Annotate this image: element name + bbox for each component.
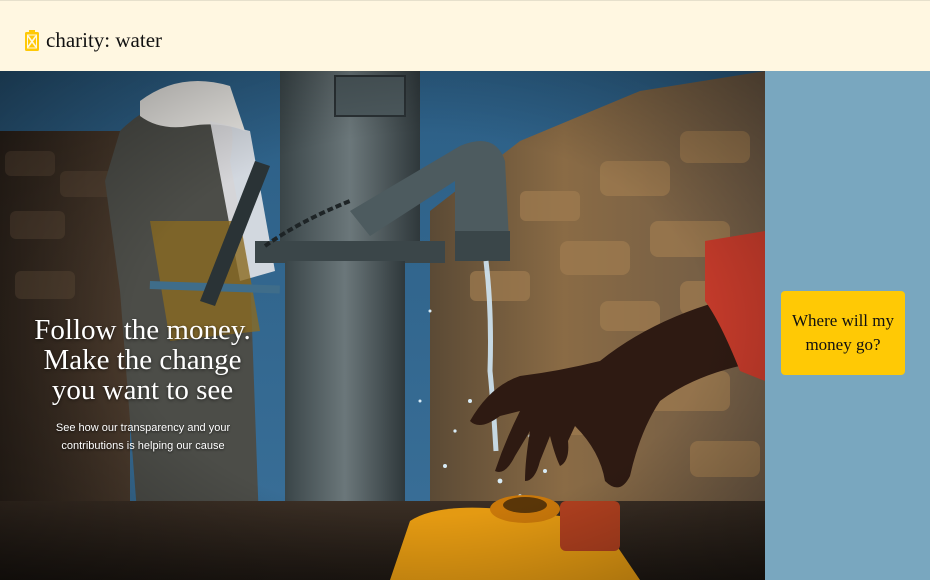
logo-link[interactable]: charity: water — [24, 28, 162, 53]
hero-image: Follow the money. Make the change you wa… — [0, 71, 765, 580]
hero-headline-line2: Make the change — [43, 344, 242, 376]
hero-subtext-line1: See how our transparency and your — [55, 422, 231, 434]
hero-headline: Follow the money. Make the change you wa… — [0, 315, 285, 405]
hero-headline-line3: you want to see — [51, 374, 234, 406]
side-panel: Where will my money go? — [765, 71, 930, 580]
logo-text: charity: water — [46, 28, 163, 52]
jerrycan-icon — [25, 29, 39, 51]
site-header: charity: water — [0, 0, 930, 71]
hero-subtext-line2: contributions is helping our cause — [61, 440, 225, 452]
hero-subtext: See how our transparency and your contri… — [38, 419, 248, 455]
where-will-my-money-go-button[interactable]: Where will my money go? — [781, 291, 905, 375]
cta-line2: money go? — [805, 335, 881, 354]
hero-headline-line1: Follow the money. — [34, 314, 251, 346]
cta-line1: Where will my — [792, 311, 894, 330]
